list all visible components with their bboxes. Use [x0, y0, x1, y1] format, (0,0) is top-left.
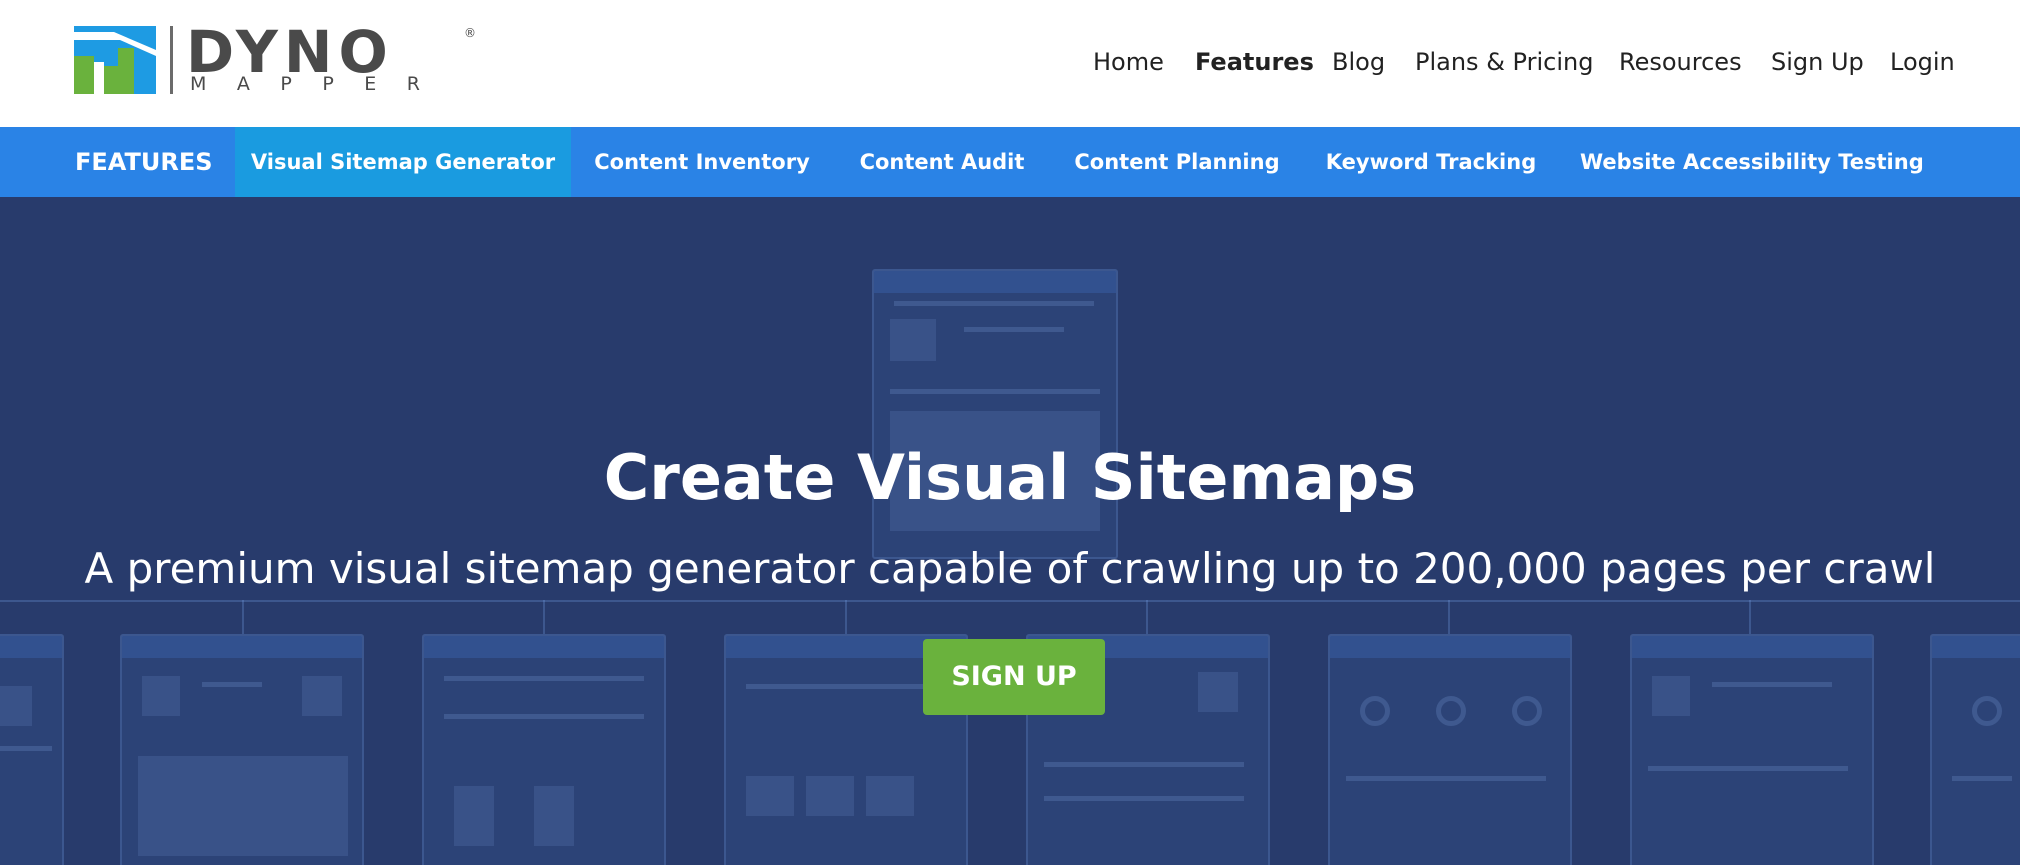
hero-title: Create Visual Sitemaps [603, 441, 1417, 514]
tab-content-inventory[interactable]: Content Inventory [592, 127, 812, 197]
nav-sign-up[interactable]: Sign Up [1771, 44, 1864, 80]
logo-mark-icon [74, 26, 156, 94]
tab-keyword-tracking[interactable]: Keyword Tracking [1322, 127, 1540, 197]
nav-plans-pricing[interactable]: Plans & Pricing [1415, 44, 1593, 80]
sitemap-node [120, 634, 364, 865]
sitemap-node [0, 634, 64, 865]
tab-website-accessibility-testing[interactable]: Website Accessibility Testing [1580, 127, 1924, 197]
tab-content-planning[interactable]: Content Planning [1072, 127, 1282, 197]
dyno-mapper-logo[interactable]: DYNO MAPPER ® [74, 20, 484, 96]
nav-resources[interactable]: Resources [1619, 44, 1742, 80]
registered-mark: ® [464, 26, 476, 40]
logo-subtitle: MAPPER [190, 73, 451, 95]
features-label: FEATURES [75, 148, 213, 176]
nav-login[interactable]: Login [1890, 44, 1955, 80]
tab-content-audit[interactable]: Content Audit [852, 127, 1032, 197]
nav-blog[interactable]: Blog [1332, 44, 1385, 80]
tab-visual-sitemap-generator[interactable]: Visual Sitemap Generator [235, 127, 571, 197]
logo-divider [170, 26, 173, 94]
sitemap-node [1630, 634, 1874, 865]
hero-section: Create Visual Sitemaps A premium visual … [0, 197, 2020, 865]
sign-up-button[interactable]: SIGN UP [923, 639, 1105, 715]
sitemap-node [422, 634, 666, 865]
nav-features[interactable]: Features [1195, 44, 1314, 80]
hero-subtitle: A premium visual sitemap generator capab… [84, 544, 1936, 593]
site-header: DYNO MAPPER ® Home Features Blog Plans &… [0, 0, 2020, 127]
sitemap-node-root [872, 269, 1118, 559]
sitemap-node [1328, 634, 1572, 865]
nav-home[interactable]: Home [1093, 44, 1164, 80]
sitemap-connector [0, 600, 2020, 602]
sitemap-node [1930, 634, 2020, 865]
features-bar: FEATURES Visual Sitemap Generator Conten… [0, 127, 2020, 197]
